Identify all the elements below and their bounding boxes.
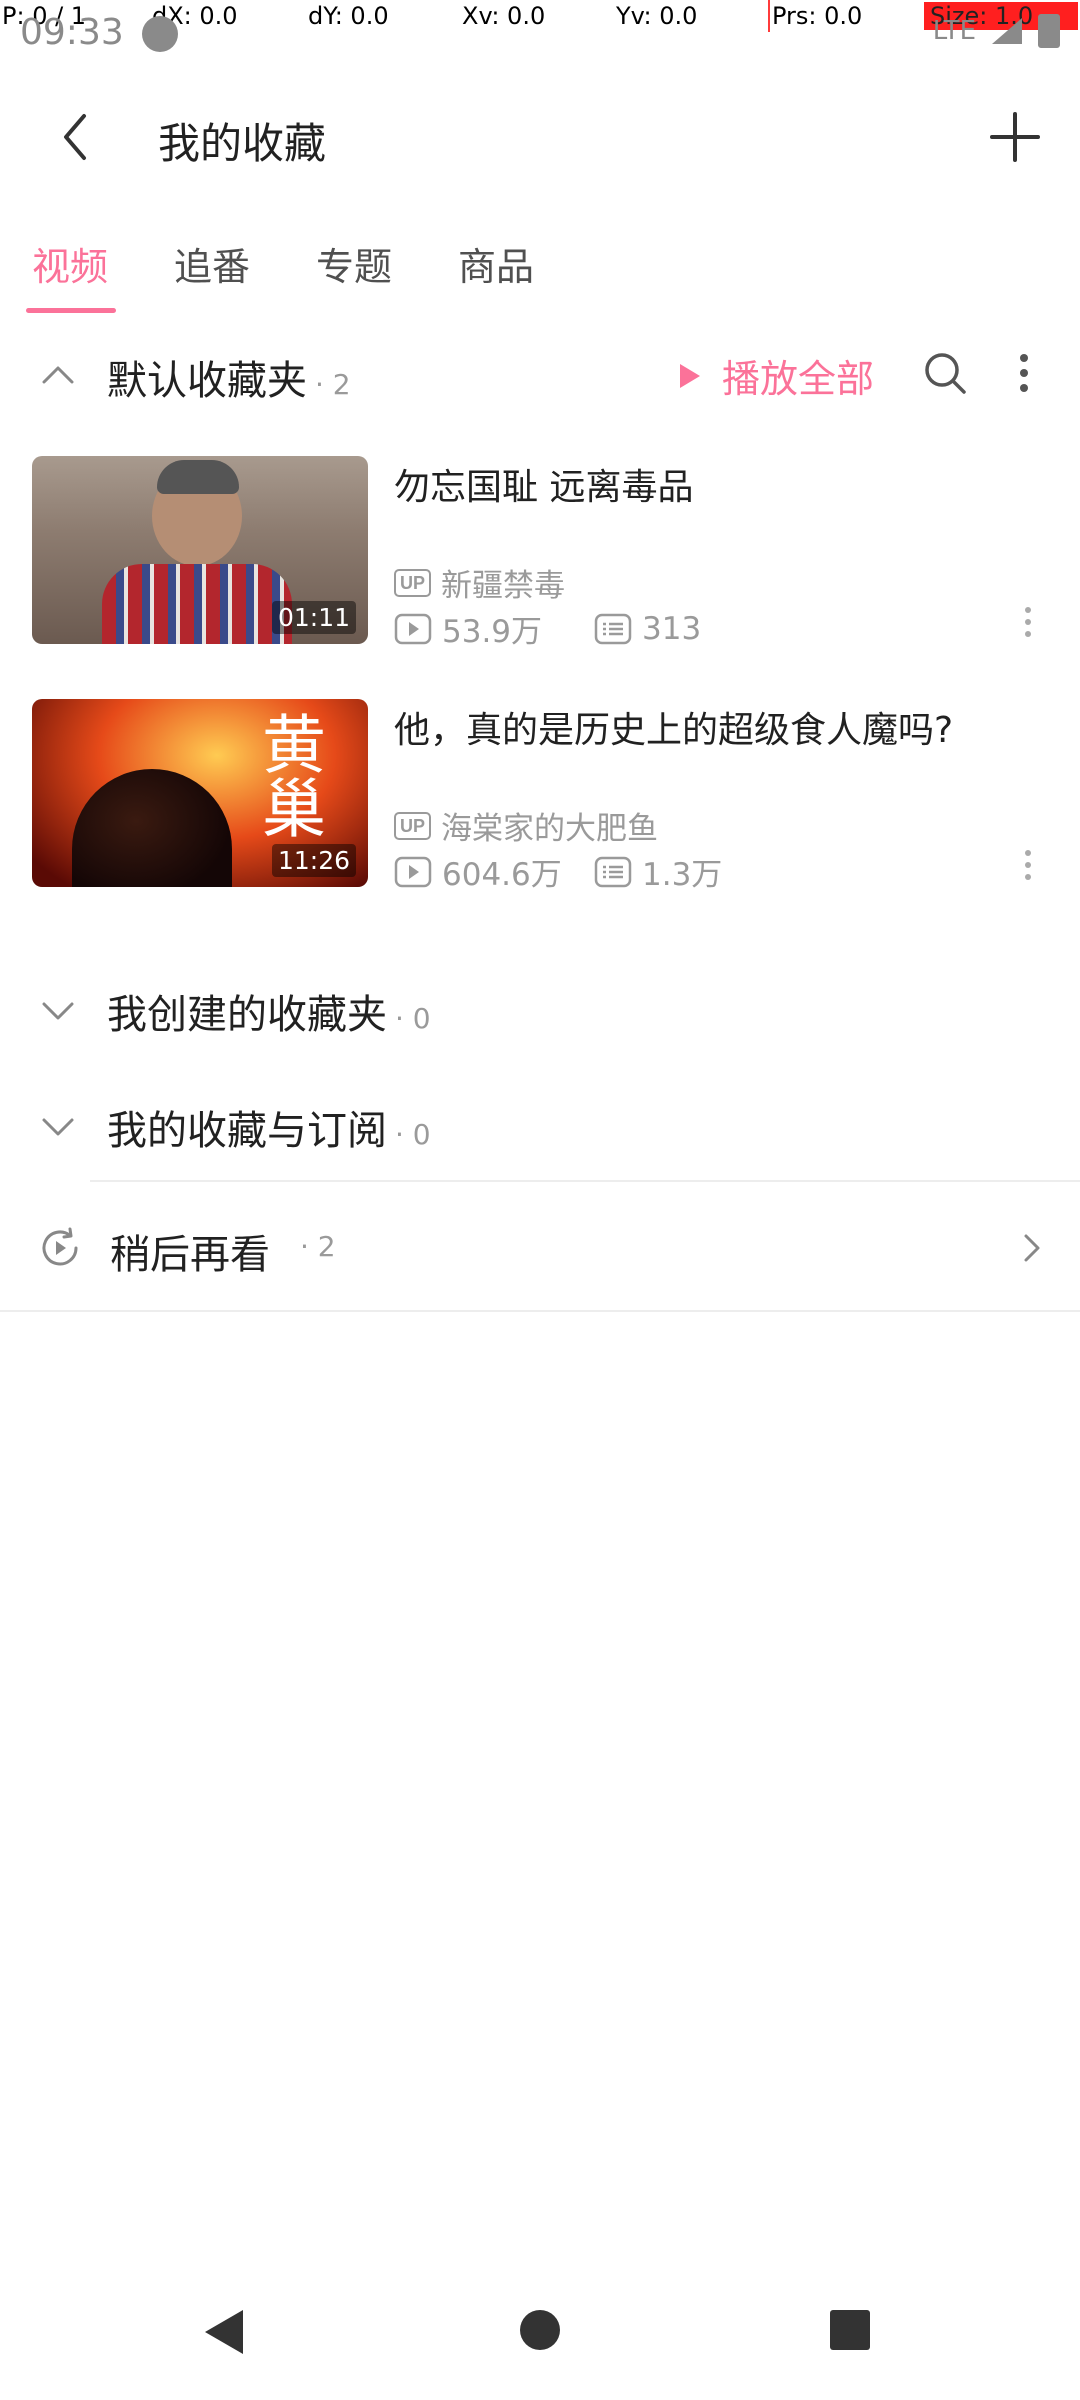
danmaku-count-value: 1.3万 [642,857,723,893]
thumb-calligraphy: 黄巢 [251,711,325,839]
danmaku-icon [594,613,632,644]
tab-topic[interactable]: 专题 [316,236,392,291]
view-count-value: 604.6万 [442,857,562,893]
tab-bar: 视频 追番 专题 商品 [0,226,1080,316]
default-folder-header[interactable]: 默认收藏夹 · 2 播放全部 [0,328,1080,418]
chevron-right-icon[interactable] [1012,1228,1052,1268]
tab-video[interactable]: 视频 [32,236,108,291]
video-item[interactable]: 01:11 勿忘国耻 远离毒品 UP 新疆禁毒 53.9万 313 [0,456,1080,656]
debug-dy: dY: 0.0 [308,2,389,30]
network-label: LTE [932,16,976,46]
video-duration: 01:11 [271,601,356,634]
debug-xv: Xv: 0.0 [462,2,546,30]
video-more-icon[interactable] [1020,847,1036,887]
danmaku-count: 1.3万 [594,849,722,894]
view-count: 604.6万 [394,849,594,894]
search-icon[interactable] [920,348,970,398]
battery-icon [1038,14,1060,48]
video-uploader[interactable]: UP 海棠家的大肥鱼 [394,803,658,848]
video-thumbnail[interactable]: 黄巢 11:26 [32,699,368,887]
play-count-icon [394,613,432,644]
danmaku-count-value: 313 [642,610,702,647]
created-folders-title: 我创建的收藏夹 [107,992,387,1038]
chevron-up-icon[interactable] [36,354,80,398]
status-icons: LTE [933,14,1060,48]
subscribed-folders-count: · 0 [395,1118,431,1151]
subscribed-folders-name: 我的收藏与订阅 · 0 [107,1098,431,1156]
notification-icon [142,16,178,52]
add-folder-button[interactable] [980,102,1050,172]
default-folder-count: · 2 [315,368,351,401]
signal-icon [992,18,1022,44]
thumb-figure-silhouette [72,769,232,887]
page-title: 我的收藏 [158,119,327,168]
nav-back-icon[interactable] [205,2310,243,2354]
system-nav-bar [0,2280,1080,2400]
play-all-label: 播放全部 [722,357,875,401]
uploader-name: 新疆禁毒 [441,568,566,604]
video-uploader[interactable]: UP 新疆禁毒 [394,560,565,605]
video-duration: 11:26 [271,844,356,877]
video-title: 勿忘国耻 远离毒品 [394,467,694,508]
subscribed-folders-header[interactable]: 我的收藏与订阅 · 0 [0,1078,1080,1168]
debug-divider [768,0,770,32]
debug-prs: Prs: 0.0 [772,2,863,30]
play-count-icon [394,856,432,887]
thumb-figure-hair [157,460,239,494]
danmaku-icon [594,856,632,887]
watch-later-icon [42,1227,78,1266]
tab-bangumi[interactable]: 追番 [174,236,250,291]
watch-later-row[interactable]: 稍后再看 · 2 [0,1180,1080,1310]
video-more-icon[interactable] [1020,604,1036,644]
back-button[interactable] [40,102,110,172]
nav-home-icon[interactable] [520,2310,560,2350]
danmaku-count: 313 [594,611,701,647]
chevron-down-icon[interactable] [36,1104,80,1148]
tab-indicator [26,308,116,313]
tab-goods[interactable]: 商品 [458,236,534,291]
created-folders-count: · 0 [395,1002,431,1035]
video-stats: 53.9万 313 [394,606,701,651]
watch-later-label: 稍后再看 [110,1232,270,1278]
video-thumbnail[interactable]: 01:11 [32,456,368,644]
uploader-name: 海棠家的大肥鱼 [441,811,659,847]
play-all-button[interactable]: 播放全部 [680,348,874,403]
debug-yv: Yv: 0.0 [616,2,698,30]
status-time: 09:33 [20,12,124,53]
default-folder-title: 默认收藏夹 [107,358,307,404]
app-header: 我的收藏 [0,70,1080,205]
video-item[interactable]: 黄巢 11:26 他，真的是历史上的超级食人魔吗? UP 海棠家的大肥鱼 604… [0,699,1080,899]
up-badge-icon: UP [394,568,432,597]
created-folders-name: 我创建的收藏夹 · 0 [107,982,431,1040]
subscribed-folders-title: 我的收藏与订阅 [107,1108,387,1154]
watch-later-count: · 2 [300,1230,336,1263]
view-count: 53.9万 [394,606,594,651]
video-stats: 604.6万 1.3万 [394,849,722,894]
folder-more-icon[interactable] [1004,348,1044,398]
up-badge-icon: UP [394,811,432,840]
view-count-value: 53.9万 [442,614,543,650]
thumb-figure-shirt [102,564,292,644]
section-divider [0,1310,1080,1312]
default-folder-name: 默认收藏夹 · 2 [107,348,351,406]
nav-recents-icon[interactable] [830,2310,870,2350]
chevron-down-icon[interactable] [36,988,80,1032]
video-title: 他，真的是历史上的超级食人魔吗? [394,710,954,751]
created-folders-header[interactable]: 我创建的收藏夹 · 0 [0,962,1080,1052]
play-icon [680,363,700,388]
